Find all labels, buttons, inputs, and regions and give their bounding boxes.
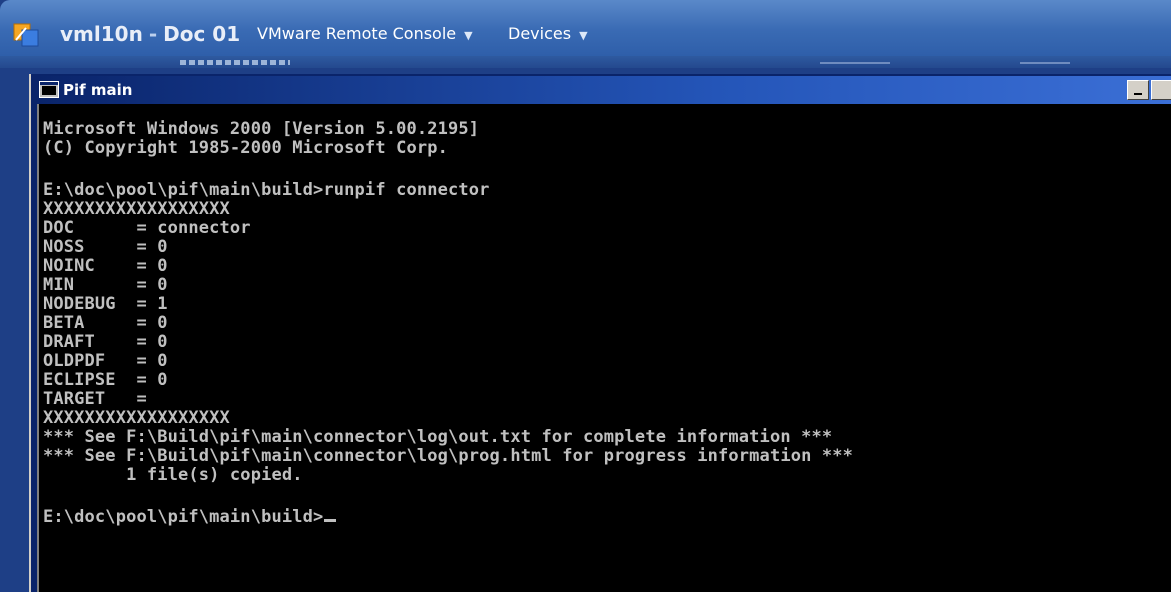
minimize-button[interactable] (1127, 80, 1149, 100)
console-line: *** See F:\Build\pif\main\connector\log\… (43, 446, 854, 466)
toolbar-decoration (820, 62, 890, 64)
console-line: OLDPDF = 0 (43, 351, 168, 371)
title-doc: Doc 01 (163, 22, 241, 46)
console-line: XXXXXXXXXXXXXXXXXX (43, 199, 230, 219)
console-line: *** See F:\Build\pif\main\connector\log\… (43, 427, 833, 447)
maximize-button[interactable] (1151, 80, 1171, 100)
chevron-down-icon: ▼ (464, 29, 473, 42)
console-title-bar[interactable]: Pif main (33, 76, 1171, 104)
console-line: (C) Copyright 1985-2000 Microsoft Corp. (43, 138, 449, 158)
menu-label: VMware Remote Console (257, 24, 457, 43)
menu-label: Devices (508, 24, 572, 43)
toolbar-decoration (180, 60, 290, 65)
window-title: vml10n - Doc 01 (60, 20, 240, 48)
console-line: MIN = 0 (43, 275, 168, 295)
console-line: Microsoft Windows 2000 [Version 5.00.219… (43, 119, 480, 139)
minimize-icon (1134, 93, 1142, 95)
console-line: BETA = 0 (43, 313, 168, 333)
vmware-app-icon[interactable] (12, 20, 40, 48)
console-line: DRAFT = 0 (43, 332, 168, 352)
cmd-console-window: Pif main Microsoft Windows 2000 [Version… (29, 74, 1171, 592)
command-prompt-icon[interactable] (39, 81, 59, 98)
console-line: NODEBUG = 1 (43, 294, 168, 314)
chevron-down-icon: ▼ (579, 29, 588, 42)
console-title: Pif main (63, 81, 133, 99)
text-cursor (324, 519, 337, 522)
prompt-line[interactable]: E:\doc\pool\pif\main\build> (43, 507, 337, 527)
console-line: E:\doc\pool\pif\main\build>runpif connec… (43, 180, 490, 200)
console-line: TARGET = (43, 389, 147, 409)
console-line: 1 file(s) copied. (43, 465, 303, 485)
prompt-text: E:\doc\pool\pif\main\build> (43, 507, 324, 527)
console-line: ECLIPSE = 0 (43, 370, 168, 390)
menu-devices[interactable]: Devices ▼ (508, 22, 593, 46)
remote-toolbar-strip (0, 56, 1171, 68)
console-line: DOC = connector (43, 218, 251, 238)
toolbar-decoration (1020, 62, 1070, 64)
title-host: vml10n (60, 22, 143, 46)
console-line: NOINC = 0 (43, 256, 168, 276)
console-line: NOSS = 0 (43, 237, 168, 257)
console-line: XXXXXXXXXXXXXXXXXX (43, 408, 230, 428)
vmware-console-window: vml10n - Doc 01 VMware Remote Console ▼ Dev… (0, 0, 1171, 592)
title-separator: - (148, 22, 158, 46)
console-output[interactable]: Microsoft Windows 2000 [Version 5.00.219… (37, 104, 1171, 592)
menu-vmware-remote-console[interactable]: VMware Remote Console ▼ (257, 22, 478, 46)
